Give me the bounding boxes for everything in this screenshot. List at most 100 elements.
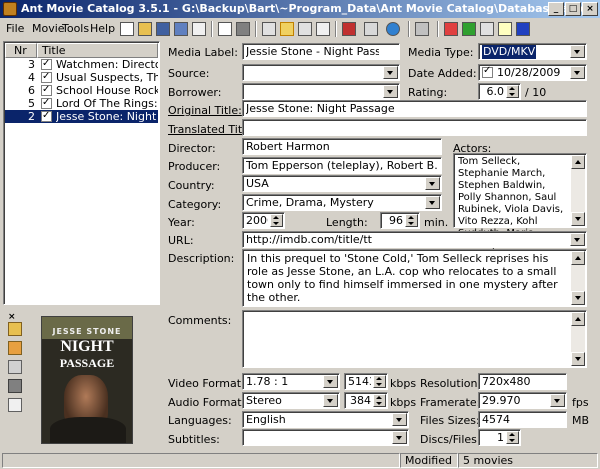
rating-spinner[interactable]: 6.0 (478, 83, 521, 100)
save-as-icon[interactable] (172, 20, 190, 38)
list-item-selected[interactable]: 2 Jesse Stone: Night Pa... (5, 110, 158, 123)
chevron-down-icon[interactable] (383, 85, 398, 98)
chevron-down-icon[interactable] (323, 394, 338, 407)
minimize-button[interactable]: _ (548, 2, 564, 16)
load-picture-icon[interactable] (8, 322, 22, 336)
scroll-down-icon[interactable] (571, 291, 585, 305)
country-select[interactable]: USA (242, 175, 442, 192)
chevron-down-icon[interactable] (550, 394, 565, 407)
spin-icon[interactable] (270, 214, 283, 227)
maximize-button[interactable]: □ (565, 2, 581, 16)
paste-icon[interactable] (296, 20, 314, 38)
app-icon[interactable] (3, 2, 17, 16)
spin-icon[interactable] (506, 431, 519, 444)
help-icon[interactable] (496, 20, 514, 38)
open-icon[interactable] (136, 20, 154, 38)
scroll-down-icon[interactable] (571, 352, 585, 366)
select-icon[interactable] (278, 20, 296, 38)
chevron-down-icon[interactable] (425, 196, 440, 209)
chevron-down-icon[interactable] (570, 66, 585, 79)
audio-bitrate-spinner[interactable]: 384 (344, 392, 388, 409)
discs-spinner[interactable]: 1 (478, 429, 521, 446)
chevron-down-icon[interactable] (392, 431, 407, 444)
chevron-down-icon[interactable] (323, 375, 338, 388)
languages-select[interactable]: English (242, 411, 409, 428)
spin-icon[interactable] (506, 85, 519, 98)
category-select[interactable]: Crime, Drama, Mystery (242, 194, 442, 211)
menu-tools[interactable]: Tools (62, 22, 89, 35)
menu-movie[interactable]: Movie (32, 22, 65, 35)
web-icon[interactable] (384, 20, 402, 38)
scroll-up-icon[interactable] (571, 312, 585, 326)
checkbox[interactable] (41, 71, 52, 83)
spin-icon[interactable] (373, 375, 386, 388)
checkbox[interactable] (41, 110, 52, 122)
scroll-down-icon[interactable] (571, 212, 585, 226)
original-title-field[interactable]: Jesse Stone: Night Passage (242, 100, 587, 117)
borrower-select[interactable] (242, 83, 400, 100)
find-icon[interactable] (340, 20, 358, 38)
group-icon[interactable] (413, 20, 431, 38)
save-icon[interactable] (154, 20, 172, 38)
description-scrollbar[interactable] (571, 251, 585, 305)
video-bitrate-spinner[interactable]: 5143 (344, 373, 388, 390)
comments-field[interactable] (242, 310, 587, 368)
close-button[interactable]: × (582, 2, 598, 16)
chevron-down-icon[interactable] (570, 233, 585, 246)
list-item[interactable]: 4 Usual Suspects, The (5, 71, 158, 84)
checkbox[interactable] (41, 84, 52, 96)
column-title[interactable]: Title (37, 43, 158, 58)
list-item[interactable]: 6 School House Rock: 3... (5, 84, 158, 97)
delete-picture-icon[interactable] (8, 379, 22, 393)
list-item[interactable]: 5 Lord Of The Rings: Th... (5, 97, 158, 110)
checkbox[interactable] (41, 58, 52, 70)
spin-icon[interactable] (405, 214, 418, 227)
year-spinner[interactable]: 2006 (242, 212, 285, 229)
checkbox[interactable] (41, 97, 52, 109)
movie-poster[interactable]: JESSE STONE NIGHT PASSAGE (41, 316, 133, 444)
chevron-down-icon[interactable] (392, 413, 407, 426)
save-picture-icon[interactable] (8, 360, 22, 374)
actors-field[interactable]: Tom Selleck, Stephanie March, Stephen Ba… (453, 153, 587, 263)
title-bar[interactable]: Ant Movie Catalog 3.5.1 - G:\Backup\Bart… (0, 0, 600, 18)
add-movie-icon[interactable] (216, 20, 234, 38)
menu-file[interactable]: File (6, 22, 24, 35)
copy-icon[interactable] (260, 20, 278, 38)
menu-help[interactable]: Help (90, 22, 115, 35)
stats-icon[interactable] (442, 20, 460, 38)
column-nr[interactable]: Nr (5, 43, 37, 58)
import-icon[interactable] (314, 20, 332, 38)
move-icon[interactable] (362, 20, 380, 38)
resolution-field[interactable]: 720x480 (478, 373, 567, 390)
export-icon[interactable] (190, 20, 208, 38)
spin-icon[interactable] (373, 394, 386, 407)
url-select[interactable]: http://imdb.com/title/tt (242, 231, 587, 248)
producer-field[interactable]: Tom Epperson (teleplay), Robert B. Parke… (242, 157, 442, 174)
video-format-select[interactable]: 1.78 : 1 (242, 373, 340, 390)
file-sizes-field[interactable]: 4574 (478, 411, 567, 428)
date-checkbox[interactable] (482, 65, 493, 78)
list-item[interactable]: 3 Watchmen: Director's ... (5, 58, 158, 71)
media-type-select[interactable]: DVD/MKV (478, 43, 587, 60)
scroll-up-icon[interactable] (571, 251, 585, 265)
source-select[interactable] (242, 64, 400, 81)
chevron-down-icon[interactable] (425, 177, 440, 190)
date-added-field[interactable]: 10/28/2009 (478, 64, 587, 81)
comments-scrollbar[interactable] (571, 312, 585, 366)
length-spinner[interactable]: 96 (380, 212, 420, 229)
director-field[interactable]: Robert Harmon (242, 138, 442, 155)
new-icon[interactable] (118, 20, 136, 38)
media-label-field[interactable]: Jessie Stone - Night Passage (242, 43, 400, 60)
actors-scrollbar[interactable] (571, 155, 585, 226)
chevron-down-icon[interactable] (570, 45, 585, 58)
audio-format-select[interactable]: Stereo (242, 392, 340, 409)
framerate-select[interactable]: 29.970 (478, 392, 567, 409)
options-icon[interactable] (478, 20, 496, 38)
about-icon[interactable] (514, 20, 532, 38)
import-picture-icon[interactable] (8, 341, 22, 355)
copy-picture-icon[interactable] (8, 398, 22, 412)
subtitles-select[interactable] (242, 429, 409, 446)
loan-icon[interactable] (460, 20, 478, 38)
scroll-up-icon[interactable] (571, 155, 585, 169)
translated-title-field[interactable] (242, 119, 587, 136)
